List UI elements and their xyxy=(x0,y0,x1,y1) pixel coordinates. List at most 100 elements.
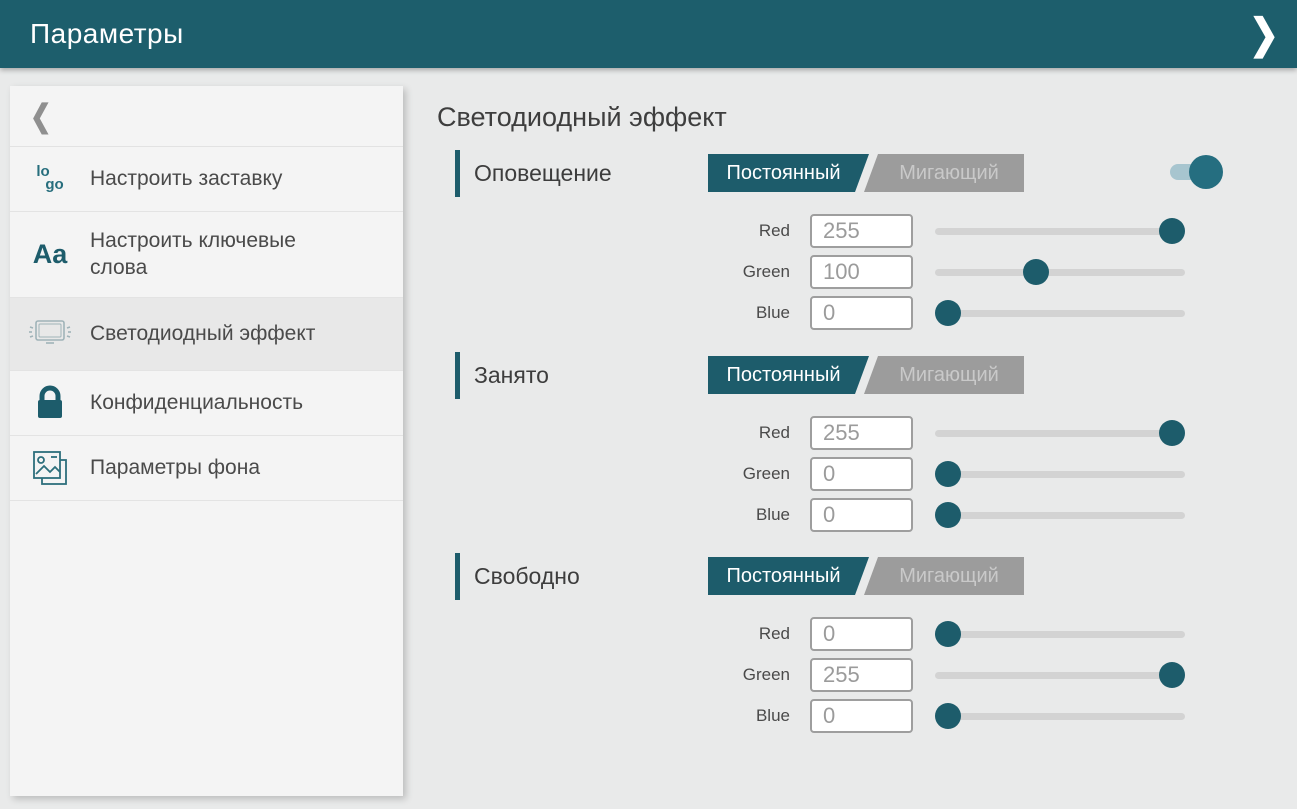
red-label: Red xyxy=(700,221,790,241)
slider-track xyxy=(935,228,1185,235)
mode-switch-free: Постоянный Мигающий xyxy=(708,557,1024,595)
section-title: Свободно xyxy=(474,553,580,600)
section-alert: Оповещение Постоянный Мигающий Red xyxy=(437,150,1197,350)
sidebar: ❮ lo go Настроить заставку Aa Настроить … xyxy=(10,86,403,796)
mode-solid-button[interactable]: Постоянный xyxy=(708,154,869,192)
mode-solid-button[interactable]: Постоянный xyxy=(708,356,869,394)
slider-track xyxy=(935,430,1185,437)
slider-thumb[interactable] xyxy=(1159,420,1185,446)
slider-track xyxy=(935,310,1185,317)
sidebar-item-splash-screen[interactable]: lo go Настроить заставку xyxy=(10,147,403,212)
toggle-knob xyxy=(1189,155,1223,189)
lock-icon xyxy=(10,384,90,422)
sidebar-back-button[interactable]: ❮ xyxy=(10,86,403,147)
sidebar-item-label: Параметры фона xyxy=(90,455,274,481)
blue-slider[interactable] xyxy=(935,703,1185,729)
main-content: Светодиодный эффект Оповещение Постоянны… xyxy=(437,68,1297,809)
page-title: Параметры xyxy=(30,18,184,50)
mode-switch-busy: Постоянный Мигающий xyxy=(708,356,1024,394)
green-label: Green xyxy=(700,665,790,685)
red-value-input[interactable] xyxy=(810,416,913,450)
keywords-icon-text: Aa xyxy=(33,239,68,270)
green-value-input[interactable] xyxy=(810,457,913,491)
sidebar-item-privacy[interactable]: Конфиденциальность xyxy=(10,371,403,436)
green-value-input[interactable] xyxy=(810,255,913,289)
section-accent-bar xyxy=(455,352,460,399)
slider-thumb[interactable] xyxy=(935,461,961,487)
slider-thumb[interactable] xyxy=(935,300,961,326)
blue-value-input[interactable] xyxy=(810,498,913,532)
rgb-controls: Red Green Blue xyxy=(700,416,1185,539)
slider-track xyxy=(935,631,1185,638)
slider-track xyxy=(935,672,1185,679)
sidebar-item-label: Конфиденциальность xyxy=(90,390,317,416)
slider-track xyxy=(935,512,1185,519)
mode-blinking-button[interactable]: Мигающий xyxy=(864,154,1024,192)
collapse-panel-icon[interactable]: ❯ xyxy=(1249,6,1279,61)
chevron-left-icon: ❮ xyxy=(30,97,52,134)
blue-label: Blue xyxy=(700,303,790,323)
green-label: Green xyxy=(700,262,790,282)
blue-slider[interactable] xyxy=(935,300,1185,326)
mode-solid-button[interactable]: Постоянный xyxy=(708,557,869,595)
alert-enabled-toggle[interactable] xyxy=(1170,155,1210,189)
mode-blinking-button[interactable]: Мигающий xyxy=(864,557,1024,595)
sidebar-item-keywords[interactable]: Aa Настроить ключевые слова xyxy=(10,212,403,298)
green-label: Green xyxy=(700,464,790,484)
blue-row: Blue xyxy=(700,699,1185,733)
section-busy: Занято Постоянный Мигающий Red Green xyxy=(437,352,1197,552)
settings-window: Параметры ❯ ❮ lo go Настроить заставку A… xyxy=(0,0,1297,809)
background-images-icon xyxy=(10,447,90,489)
green-slider[interactable] xyxy=(935,461,1185,487)
blue-slider[interactable] xyxy=(935,502,1185,528)
red-value-input[interactable] xyxy=(810,617,913,651)
red-slider[interactable] xyxy=(935,218,1185,244)
blue-row: Blue xyxy=(700,296,1185,330)
mode-solid-label: Постоянный xyxy=(726,162,840,184)
slider-thumb[interactable] xyxy=(935,502,961,528)
slider-thumb[interactable] xyxy=(1159,662,1185,688)
blue-label: Blue xyxy=(700,505,790,525)
red-slider[interactable] xyxy=(935,621,1185,647)
slider-thumb[interactable] xyxy=(1023,259,1049,285)
content-title: Светодиодный эффект xyxy=(437,102,727,133)
blue-value-input[interactable] xyxy=(810,296,913,330)
slider-thumb[interactable] xyxy=(1159,218,1185,244)
green-value-input[interactable] xyxy=(810,658,913,692)
slider-thumb[interactable] xyxy=(935,703,961,729)
section-free: Свободно Постоянный Мигающий Red Green xyxy=(437,553,1197,753)
red-row: Red xyxy=(700,617,1185,651)
mode-switch-alert: Постоянный Мигающий xyxy=(708,154,1024,192)
slider-thumb[interactable] xyxy=(935,621,961,647)
app-header: Параметры ❯ xyxy=(0,0,1297,68)
sidebar-item-label: Светодиодный эффект xyxy=(90,321,329,347)
red-label: Red xyxy=(700,624,790,644)
red-slider[interactable] xyxy=(935,420,1185,446)
sidebar-item-background[interactable]: Параметры фона xyxy=(10,436,403,501)
green-slider[interactable] xyxy=(935,662,1185,688)
sidebar-item-label: Настроить ключевые слова xyxy=(90,228,340,281)
mode-blinking-button[interactable]: Мигающий xyxy=(864,356,1024,394)
slider-track xyxy=(935,269,1185,276)
red-value-input[interactable] xyxy=(810,214,913,248)
logo-icon: lo go xyxy=(10,166,90,192)
slider-track xyxy=(935,713,1185,720)
led-display-icon xyxy=(10,317,90,351)
blue-value-input[interactable] xyxy=(810,699,913,733)
section-accent-bar xyxy=(455,150,460,197)
green-slider[interactable] xyxy=(935,259,1185,285)
mode-blinking-label: Мигающий xyxy=(899,364,999,386)
blue-row: Blue xyxy=(700,498,1185,532)
section-title: Оповещение xyxy=(474,150,612,197)
mode-blinking-label: Мигающий xyxy=(899,162,999,184)
section-accent-bar xyxy=(455,553,460,600)
rgb-controls: Red Green Blue xyxy=(700,214,1185,337)
green-row: Green xyxy=(700,658,1185,692)
sidebar-item-led-effect[interactable]: Светодиодный эффект xyxy=(10,298,403,371)
mode-blinking-label: Мигающий xyxy=(899,565,999,587)
slider-track xyxy=(935,471,1185,478)
section-title: Занято xyxy=(474,352,549,399)
red-label: Red xyxy=(700,423,790,443)
sidebar-item-label: Настроить заставку xyxy=(90,166,296,192)
green-row: Green xyxy=(700,255,1185,289)
